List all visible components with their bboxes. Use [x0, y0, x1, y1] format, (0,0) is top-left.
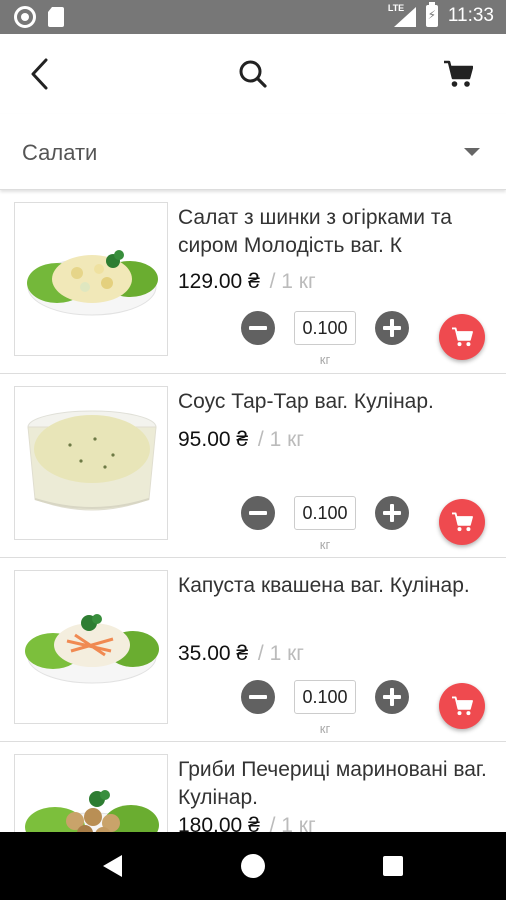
cart-icon	[452, 696, 473, 716]
add-to-cart-button[interactable]	[439, 683, 485, 729]
price-row: 95.00 ₴ / 1 кг	[178, 428, 304, 452]
price-row: 35.00 ₴ / 1 кг	[178, 642, 304, 666]
cart-icon	[452, 512, 473, 532]
unit-price: / 1 кг	[257, 642, 304, 665]
recents-square-icon	[383, 856, 403, 876]
quantity-unit: кг	[319, 537, 331, 552]
chevron-left-icon	[31, 58, 48, 90]
product-name[interactable]: Гриби Печериці мариновані ваг. Кулінар.	[178, 756, 494, 812]
network-type: LTE	[387, 3, 405, 13]
product-image	[14, 754, 168, 832]
cart-icon	[452, 327, 473, 347]
category-selector[interactable]: Салати	[0, 114, 506, 190]
nav-home-button[interactable]	[237, 850, 269, 882]
product-name[interactable]: Соус Тар-Тар ваг. Кулінар.	[178, 388, 494, 416]
quantity-unit: кг	[319, 721, 331, 736]
quantity-input[interactable]	[294, 311, 356, 345]
battery-charging-icon	[425, 2, 438, 27]
nav-recents-button[interactable]	[377, 850, 409, 882]
quantity-decrease-button[interactable]	[241, 311, 275, 345]
dropdown-arrow-icon	[464, 148, 480, 156]
price-row: 180.00 ₴ / 1 кг	[178, 814, 316, 832]
signal-icon: LTE	[387, 3, 416, 27]
quantity-input[interactable]	[294, 680, 356, 714]
toolbar	[0, 34, 506, 114]
search-button[interactable]	[231, 52, 275, 96]
status-bar: LTE 11:33	[0, 0, 506, 34]
product-price: 129.00 ₴	[178, 270, 260, 293]
unit-price: / 1 кг	[257, 428, 304, 451]
product-item[interactable]: Салат з шинки з огірками та сиром Молоді…	[0, 190, 506, 374]
unit-price: / 1 кг	[269, 270, 316, 293]
product-name[interactable]: Капуста квашена ваг. Кулінар.	[178, 572, 494, 600]
cart-button[interactable]	[436, 52, 480, 96]
sync-icon	[14, 6, 36, 28]
back-triangle-icon	[103, 855, 122, 877]
cart-icon	[444, 60, 473, 87]
search-icon	[239, 60, 267, 88]
home-circle-icon	[241, 854, 265, 878]
quantity-decrease-button[interactable]	[241, 680, 275, 714]
product-price: 35.00 ₴	[178, 642, 249, 665]
back-button[interactable]	[18, 52, 62, 96]
product-item[interactable]: Соус Тар-Тар ваг. Кулінар. 95.00 ₴ / 1 к…	[0, 374, 506, 558]
nav-back-button[interactable]	[97, 850, 129, 882]
product-item[interactable]: Капуста квашена ваг. Кулінар. 35.00 ₴ / …	[0, 558, 506, 742]
quantity-unit: кг	[319, 352, 331, 367]
sd-card-icon	[48, 7, 64, 27]
status-time: 11:33	[447, 5, 494, 26]
add-to-cart-button[interactable]	[439, 499, 485, 545]
quantity-increase-button[interactable]	[375, 496, 409, 530]
navigation-bar	[0, 832, 506, 900]
product-name[interactable]: Салат з шинки з огірками та сиром Молоді…	[178, 204, 494, 260]
quantity-increase-button[interactable]	[375, 680, 409, 714]
product-image	[14, 386, 168, 540]
quantity-decrease-button[interactable]	[241, 496, 275, 530]
product-item[interactable]: Гриби Печериці мариновані ваг. Кулінар. …	[0, 742, 506, 832]
unit-price: / 1 кг	[269, 814, 316, 832]
price-row: 129.00 ₴ / 1 кг	[178, 270, 316, 294]
product-image	[14, 202, 168, 356]
quantity-increase-button[interactable]	[375, 311, 409, 345]
add-to-cart-button[interactable]	[439, 314, 485, 360]
category-label: Салати	[22, 140, 98, 165]
product-list: Салат з шинки з огірками та сиром Молоді…	[0, 190, 506, 832]
quantity-input[interactable]	[294, 496, 356, 530]
product-price: 95.00 ₴	[178, 428, 249, 451]
product-image	[14, 570, 168, 724]
product-price: 180.00 ₴	[178, 814, 260, 832]
